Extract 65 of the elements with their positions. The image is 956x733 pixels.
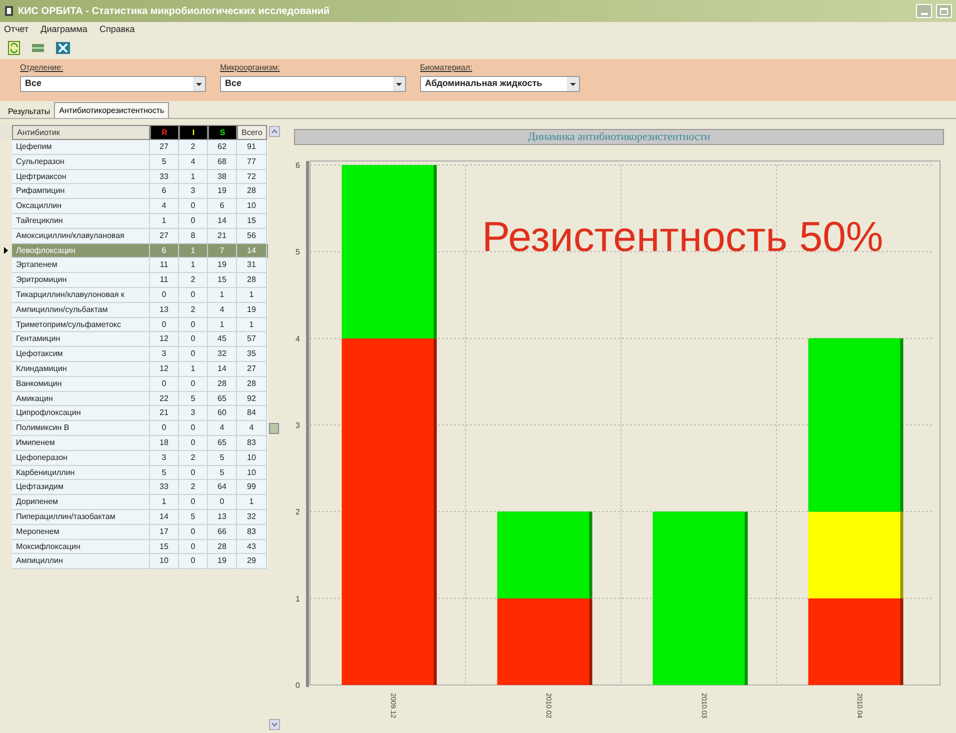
table-row[interactable]: Цефоперазон 3 2 5 10 bbox=[0, 450, 268, 466]
maximize-button[interactable] bbox=[936, 4, 952, 18]
menu-item[interactable]: Диаграмма bbox=[40, 22, 88, 36]
filter-label: Отделение: bbox=[20, 62, 64, 74]
window-title: КИС ОРБИТА - Статистика микробиологических исследований bbox=[18, 4, 330, 18]
table-row[interactable]: Цефотаксим 3 0 32 35 bbox=[0, 347, 268, 362]
row-pointer-icon bbox=[4, 247, 8, 254]
refresh-icon[interactable] bbox=[8, 41, 20, 55]
table-row[interactable]: Ампициллин/сульбактам 13 2 4 19 bbox=[0, 302, 268, 318]
y-tick-label: 3 bbox=[296, 421, 300, 430]
minimize-button[interactable] bbox=[916, 4, 932, 18]
table-row[interactable]: Меропенем 17 0 66 83 bbox=[0, 524, 268, 540]
y-tick-label: 4 bbox=[296, 334, 300, 344]
tab[interactable]: Результаты bbox=[4, 105, 54, 118]
filter-label: Биоматериал: bbox=[420, 62, 474, 74]
filter-dropdown[interactable]: Все bbox=[20, 76, 206, 92]
y-tick-label: 1 bbox=[296, 594, 300, 604]
filter-dropdown[interactable]: Абдоминальная жидкость bbox=[420, 76, 580, 92]
app-icon bbox=[4, 5, 14, 17]
table-row[interactable]: Амикацин 22 5 65 92 bbox=[0, 392, 268, 406]
table-row[interactable]: Ванкомицин 0 0 28 28 bbox=[0, 376, 268, 392]
scrollbar[interactable] bbox=[268, 125, 280, 730]
table-row[interactable]: Моксифлоксацин 15 0 28 43 bbox=[0, 540, 268, 554]
menu-item[interactable]: Справка bbox=[99, 22, 135, 36]
table-row[interactable]: Пиперациллин/тазобактам 14 5 13 32 bbox=[0, 510, 268, 525]
table-row[interactable]: Гентамицин 12 0 45 57 bbox=[0, 332, 268, 348]
table-row[interactable]: Триметоприм/сульфаметокс 0 0 1 1 bbox=[0, 318, 268, 332]
table-icon[interactable] bbox=[32, 44, 44, 52]
column-header: I bbox=[179, 125, 208, 140]
tab[interactable]: Антибиотикорезистентность bbox=[54, 102, 170, 118]
y-tick-label: 5 bbox=[296, 248, 300, 257]
table-row[interactable]: Тайгециклин 1 0 14 15 bbox=[0, 214, 268, 229]
column-header: R bbox=[150, 125, 179, 140]
scroll-thumb[interactable] bbox=[269, 422, 279, 434]
table-row[interactable]: Эритромицин 11 2 15 28 bbox=[0, 273, 268, 288]
column-header: S bbox=[208, 125, 237, 140]
table-row[interactable]: Рифампицин 6 3 19 28 bbox=[0, 184, 268, 200]
resistance-caption: Резистентность 50% bbox=[482, 212, 884, 262]
table-row[interactable]: Амоксициллин/клавулановая 27 8 21 56 bbox=[0, 228, 268, 244]
table-row[interactable]: Цефепим 27 2 62 91 bbox=[0, 140, 268, 155]
filter-dropdown[interactable]: Все bbox=[220, 76, 406, 92]
chart-title: Динамика антибиотикорезистентности bbox=[294, 129, 944, 145]
filter-label: Микроорганизм: bbox=[220, 62, 281, 74]
table-row[interactable]: Имипенем 18 0 65 83 bbox=[0, 436, 268, 451]
table-row[interactable]: Ципрофлоксацин 21 3 60 84 bbox=[0, 406, 268, 422]
table-row[interactable]: Клиндамицин 12 1 14 27 bbox=[0, 362, 268, 377]
table-row[interactable]: Эртапенем 11 1 19 31 bbox=[0, 258, 268, 274]
table-row[interactable]: Ампициллин 10 0 19 29 bbox=[0, 554, 268, 570]
spreadsheet-icon[interactable] bbox=[56, 42, 70, 54]
y-tick-label: 0 bbox=[296, 681, 300, 690]
table-row[interactable]: Карбенициллин 5 0 5 10 bbox=[0, 466, 268, 480]
scroll-down-icon[interactable] bbox=[268, 719, 280, 730]
table-row[interactable]: Оксациллин 4 0 6 10 bbox=[0, 199, 268, 214]
y-tick-label: 2 bbox=[296, 508, 300, 517]
column-header: Всего bbox=[237, 125, 267, 140]
table-row[interactable]: Дорипенем 1 0 0 1 bbox=[0, 495, 268, 510]
y-tick-label: 6 bbox=[296, 161, 300, 170]
table-row[interactable]: Полимиксин В 0 0 4 4 bbox=[0, 421, 268, 436]
table-row[interactable]: Тикарциллин/клавулоновая к 0 0 1 1 bbox=[0, 288, 268, 303]
menu-item[interactable]: Отчет bbox=[4, 22, 29, 36]
table-row[interactable]: Сульперазон 5 4 68 77 bbox=[0, 154, 268, 170]
column-header: Антибиотик bbox=[12, 125, 150, 140]
table-row[interactable]: Цефтазидим 33 2 64 99 bbox=[0, 480, 268, 496]
scroll-up-icon[interactable] bbox=[268, 126, 280, 137]
table-row[interactable]: Цефтриаксон 33 1 38 72 bbox=[0, 170, 268, 184]
